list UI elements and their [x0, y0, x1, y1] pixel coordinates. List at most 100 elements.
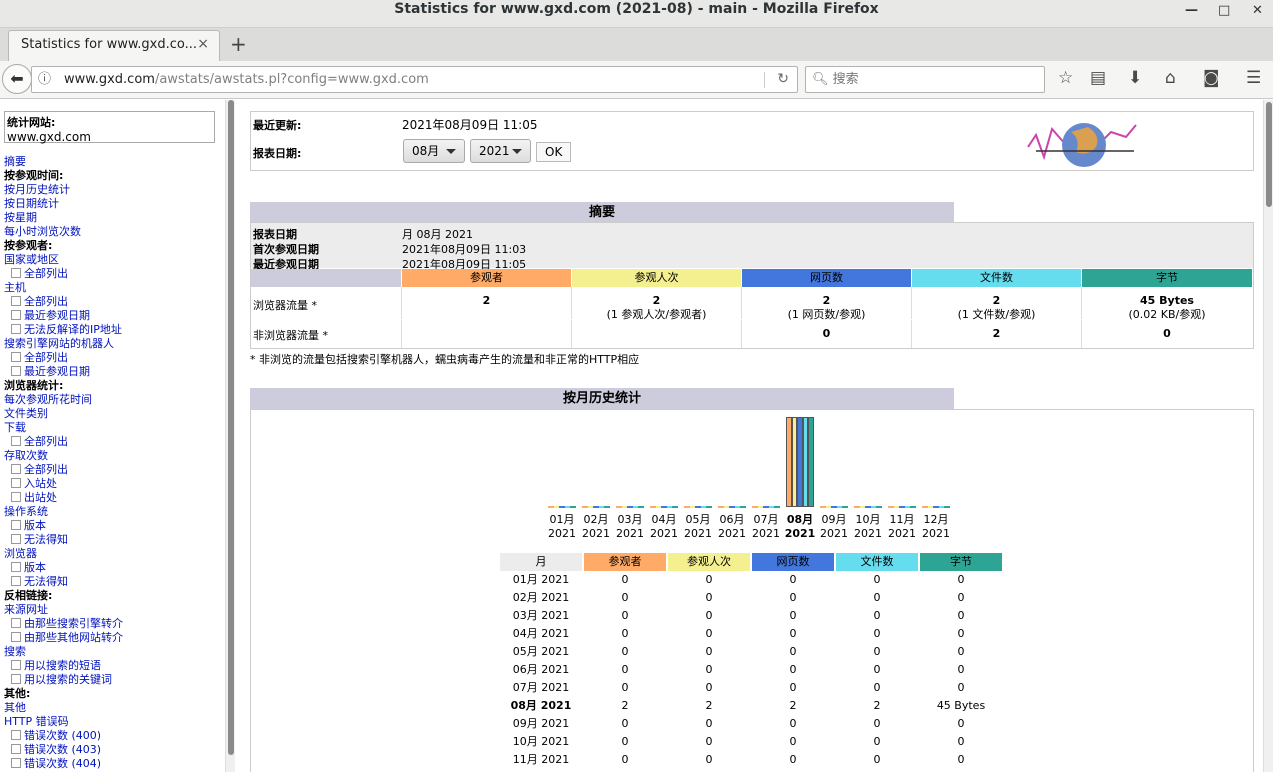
- sidebar-item[interactable]: 全部列出: [4, 435, 219, 449]
- sidebar-item[interactable]: 每小时浏览次数: [4, 225, 219, 239]
- sidebar-menu: 摘要 按参观时间: 按月历史统计 按日期统计 按星期 每小时浏览次数 按参观者: 国家或地区全…: [4, 155, 219, 771]
- sidebar-item[interactable]: 出站处: [4, 491, 219, 505]
- value-cell: 0: [957, 609, 965, 622]
- download-icon[interactable]: ⬇: [1128, 68, 1142, 88]
- minimize-icon[interactable]: —: [1185, 1, 1198, 20]
- bookmark-star-icon[interactable]: ☆: [1058, 68, 1073, 88]
- chart-month-name: 09月: [821, 513, 847, 526]
- site-box: 统计网站: www.gxd.com: [4, 111, 215, 144]
- chart-month-year: 2021: [684, 527, 712, 540]
- chart-month-label: 09月 2021: [817, 511, 851, 540]
- sidebar-item[interactable]: 存取次数: [4, 449, 219, 463]
- url-bar[interactable]: ⓘ www.gxd.com/awstats/awstats.pl?config=…: [31, 66, 798, 93]
- value-cell: 0: [789, 645, 797, 658]
- info-icon[interactable]: ⓘ: [38, 67, 51, 92]
- sidebar-item[interactable]: 由那些搜索引擎转介: [4, 617, 219, 631]
- tab-awstats[interactable]: Statistics for www.gxd.co... ×: [8, 30, 220, 61]
- chart-bar: [604, 505, 610, 508]
- right-scrollbar[interactable]: [1263, 100, 1273, 772]
- sidebar-item[interactable]: 按月历史统计: [4, 183, 219, 197]
- chart-month-name: 04月: [651, 513, 677, 526]
- back-icon[interactable]: ⬅: [2, 64, 32, 94]
- monthly-col-header: 参观者: [584, 553, 666, 571]
- reading-list-icon[interactable]: ▤: [1090, 68, 1106, 88]
- value-cell: 0: [873, 573, 881, 586]
- sidebar-item[interactable]: HTTP 错误码: [4, 715, 219, 729]
- month-cell: 01月 2021: [512, 573, 570, 586]
- value-cell: 0: [789, 753, 797, 766]
- sidebar-item[interactable]: 入站处: [4, 477, 219, 491]
- close-tab-icon[interactable]: ×: [197, 36, 209, 52]
- chart-month-name: 11月: [889, 513, 915, 526]
- value-cell: 0: [621, 681, 629, 694]
- close-window-icon[interactable]: ✕: [1252, 1, 1263, 20]
- sidebar-item[interactable]: 全部列出: [4, 463, 219, 477]
- month-cell: 08月 2021: [510, 699, 572, 712]
- sidebar-item[interactable]: 错误次数 (403): [4, 743, 219, 757]
- sidebar-item[interactable]: 按星期: [4, 211, 219, 225]
- search-input[interactable]: 🔍︎ 搜索: [805, 66, 1045, 93]
- new-tab-icon[interactable]: +: [230, 32, 247, 56]
- sidebar-item[interactable]: 按日期统计: [4, 197, 219, 211]
- sidebar-section-header: 其他:: [4, 687, 31, 700]
- sidebar-item[interactable]: 文件类别: [4, 407, 219, 421]
- chart-bar: [740, 505, 746, 508]
- chart-month-label: 01月 2021: [545, 511, 579, 540]
- sidebar-item[interactable]: 全部列出: [4, 267, 219, 281]
- chart-bar: [808, 417, 814, 507]
- value-cell: 0: [957, 591, 965, 604]
- sidebar-item[interactable]: 由那些其他网站转介: [4, 631, 219, 645]
- value-cell: 0: [957, 681, 965, 694]
- chart-bar: [944, 505, 950, 508]
- reload-icon[interactable]: ↻: [777, 67, 789, 92]
- chart-month-year: 2021: [548, 527, 576, 540]
- sidebar-item[interactable]: 国家或地区: [4, 253, 219, 267]
- sidebar-item[interactable]: 最近参观日期: [4, 365, 219, 379]
- sidebar-item[interactable]: 版本: [4, 561, 219, 575]
- pocket-icon[interactable]: ◙: [1203, 68, 1220, 88]
- value-cell: 0: [957, 753, 965, 766]
- sidebar-item[interactable]: 无法得知: [4, 575, 219, 589]
- sidebar-item[interactable]: 错误次数 (404): [4, 757, 219, 771]
- chart-month-label: 07月 2021: [749, 511, 783, 540]
- sidebar-section-header: 浏览器统计:: [4, 379, 64, 392]
- home-icon[interactable]: ⌂: [1165, 68, 1176, 88]
- maximize-icon[interactable]: □: [1218, 1, 1230, 20]
- sidebar-item[interactable]: 操作系统: [4, 505, 219, 519]
- sidebar-item[interactable]: 全部列出: [4, 351, 219, 365]
- sidebar-item[interactable]: 浏览器: [4, 547, 219, 561]
- sidebar-item[interactable]: 其他: [4, 701, 219, 715]
- sidebar-item[interactable]: 下载: [4, 421, 219, 435]
- chart-bar: [910, 505, 916, 508]
- sidebar-item[interactable]: 最近参观日期: [4, 309, 219, 323]
- url-text[interactable]: www.gxd.com/awstats/awstats.pl?config=ww…: [64, 67, 429, 92]
- chart-month-label: 06月 2021: [715, 511, 749, 540]
- value-cell: 0: [621, 591, 629, 604]
- sidebar-item[interactable]: 用以搜索的关键词: [4, 673, 219, 687]
- sidebar-item[interactable]: 摘要: [4, 155, 219, 169]
- menu-icon[interactable]: ☰: [1246, 68, 1261, 88]
- sidebar-item[interactable]: 搜索: [4, 645, 219, 659]
- sidebar-item[interactable]: 错误次数 (400): [4, 729, 219, 743]
- chart-bar: [706, 505, 712, 508]
- chart-bar: [672, 505, 678, 508]
- sidebar-item[interactable]: 无法得知: [4, 533, 219, 547]
- sidebar-item[interactable]: 每次参观所花时间: [4, 393, 219, 407]
- left-scrollbar[interactable]: [225, 100, 235, 772]
- chart-month-name: 01月: [549, 513, 575, 526]
- sidebar-item[interactable]: 用以搜索的短语: [4, 659, 219, 673]
- chart-month-label: 05月 2021: [681, 511, 715, 540]
- sidebar-item[interactable]: 来源网址: [4, 603, 219, 617]
- value-cell: 0: [705, 717, 713, 730]
- chart-month-name: 03月: [617, 513, 643, 526]
- sidebar-item[interactable]: 全部列出: [4, 295, 219, 309]
- sidebar-item[interactable]: 主机: [4, 281, 219, 295]
- chart-bar: [774, 505, 780, 508]
- sidebar-item[interactable]: 版本: [4, 519, 219, 533]
- value-cell: 0: [873, 735, 881, 748]
- value-cell: 0: [705, 627, 713, 640]
- sidebar-item[interactable]: 无法反解译的IP地址: [4, 323, 219, 337]
- chart-bar: [842, 505, 848, 508]
- sidebar-item[interactable]: 搜索引擎网站的机器人: [4, 337, 219, 351]
- table-row: 03月 2021 0 0 0 0 0: [500, 607, 1003, 625]
